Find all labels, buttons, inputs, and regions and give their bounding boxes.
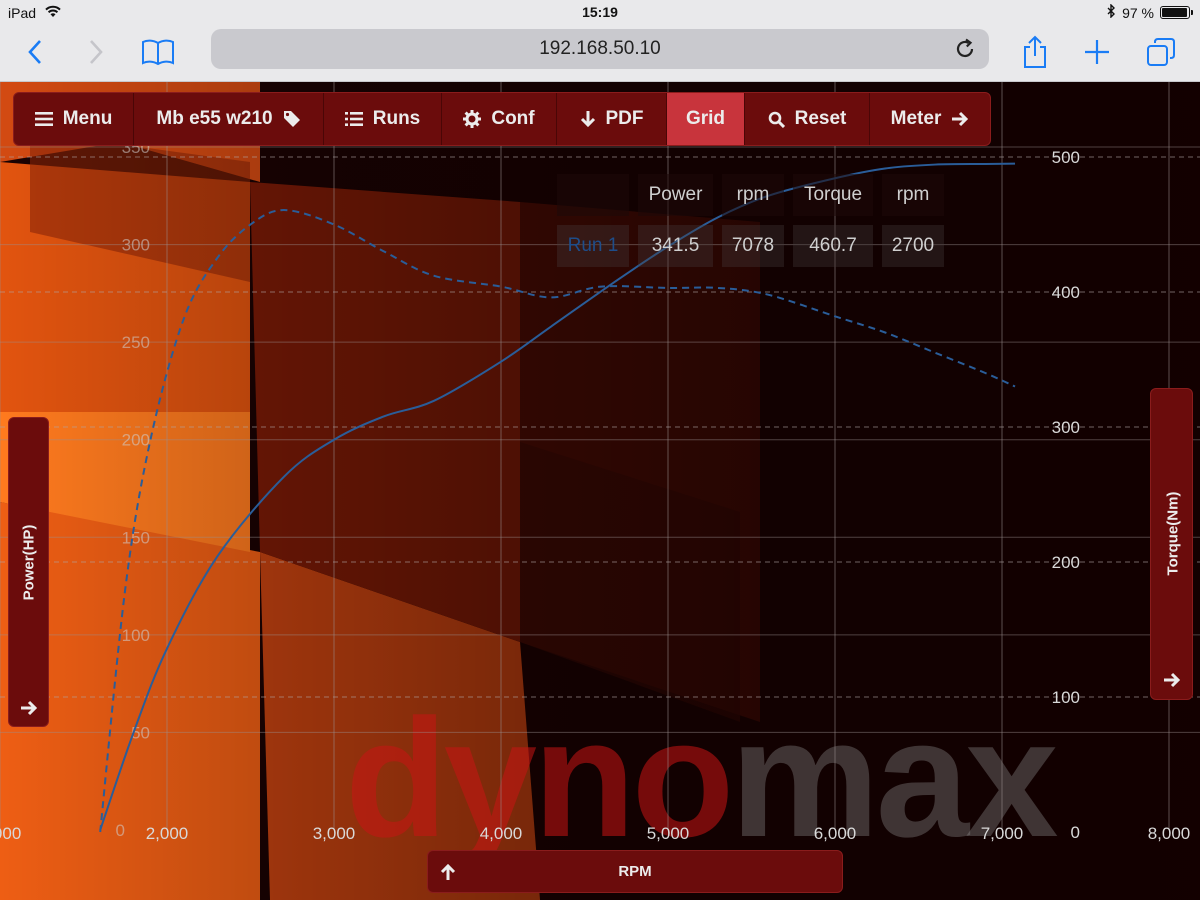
vehicle-button[interactable]: Mb e55 w210 (134, 93, 324, 145)
menu-bar: Menu Mb e55 w210 Runs Conf PDF Grid Rese… (13, 92, 991, 146)
max-power-rpm: 7078 (722, 225, 784, 267)
y2-tick-label: 0 (1071, 823, 1080, 842)
meter-button-label: Meter (890, 108, 942, 129)
book-icon (142, 39, 174, 66)
battery-percent: 97 % (1122, 4, 1154, 21)
vehicle-button-label: Mb e55 w210 (156, 108, 273, 129)
clock: 15:19 (582, 4, 618, 20)
list-icon (344, 112, 363, 126)
chevron-right-icon (90, 40, 103, 64)
grid-button[interactable]: Grid (667, 93, 745, 145)
results-header-power: Power (638, 174, 713, 216)
power-axis-label: Power(HP) (20, 524, 38, 601)
results-header-power-rpm: rpm (722, 174, 784, 216)
grid-button-label: Grid (685, 108, 726, 129)
url-bar[interactable]: 192.168.50.10 (211, 29, 989, 69)
torque-axis-label: Torque(Nm) (1164, 491, 1182, 576)
conf-button-label: Conf (491, 108, 535, 129)
y2-tick-label: 500 (1052, 148, 1080, 167)
run-name: Run 1 (557, 225, 629, 267)
arrow-right-icon (952, 111, 969, 127)
rpm-axis-button[interactable]: RPM (427, 850, 843, 893)
tabs-button[interactable] (1141, 32, 1181, 72)
gear-icon (463, 110, 482, 128)
max-torque: 460.7 (793, 225, 873, 267)
x-tick-label: 6,000 (814, 824, 857, 843)
table-row[interactable]: Run 1 341.5 7078 460.7 2700 (557, 225, 944, 267)
y-tick-label: 150 (122, 528, 150, 547)
reset-button-label: Reset (794, 108, 847, 129)
battery-fill (1162, 8, 1188, 17)
browser-toolbar: 192.168.50.10 (0, 24, 1200, 82)
results-header-row: Power rpm Torque rpm (557, 174, 944, 216)
x-tick-label: 3,000 (313, 824, 356, 843)
y2-tick-label: 400 (1052, 283, 1080, 302)
results-header-empty (557, 174, 629, 216)
bookmarks-button[interactable] (138, 32, 178, 72)
y2-tick-label: 200 (1052, 553, 1080, 572)
power-axis-button[interactable]: Power(HP) (8, 417, 49, 727)
x-tick-label: 5,000 (647, 824, 690, 843)
share-button[interactable] (1015, 32, 1055, 72)
arrow-right-icon (1164, 672, 1181, 688)
results-header-torque-rpm: rpm (882, 174, 944, 216)
reload-icon[interactable] (953, 37, 977, 61)
conf-button[interactable]: Conf (442, 93, 557, 145)
max-power: 341.5 (638, 225, 713, 267)
status-bar: iPad 15:19 97 % (0, 0, 1200, 24)
pdf-button-label: PDF (605, 108, 644, 129)
url-text: 192.168.50.10 (539, 38, 661, 59)
menu-button-label: Menu (62, 108, 113, 129)
tabs-icon (1147, 38, 1175, 66)
search-icon (768, 111, 785, 128)
torque-curve (99, 209, 1016, 833)
plus-icon (1085, 40, 1109, 64)
chevron-left-icon (28, 40, 41, 64)
pdf-button[interactable]: PDF (557, 93, 667, 145)
x-tick-label: 4,000 (480, 824, 523, 843)
reset-button[interactable]: Reset (745, 93, 870, 145)
menu-button[interactable]: Menu (14, 93, 134, 145)
x-tick-label: 2,000 (146, 824, 189, 843)
dyno-app: dynomax 1,0002,0003,0004,0005,0006,0007,… (0, 82, 1200, 900)
meter-button[interactable]: Meter (870, 93, 990, 145)
arrow-right-icon (21, 700, 38, 716)
max-torque-rpm: 2700 (882, 225, 944, 267)
runs-button-label: Runs (372, 108, 421, 129)
back-button[interactable] (15, 32, 55, 72)
download-icon (580, 111, 595, 128)
y-tick-label: 300 (122, 236, 150, 255)
y-tick-label: 100 (122, 626, 150, 645)
share-icon (1024, 35, 1046, 68)
results-header-torque: Torque (793, 174, 873, 216)
runs-button[interactable]: Runs (324, 93, 442, 145)
bluetooth-icon (1106, 3, 1116, 21)
hamburger-icon (34, 112, 53, 126)
x-tick-label: 1,000 (0, 824, 21, 843)
x-tick-label: 7,000 (981, 824, 1024, 843)
y2-tick-label: 100 (1052, 688, 1080, 707)
torque-axis-button[interactable]: Torque(Nm) (1150, 388, 1193, 700)
tag-icon (283, 111, 300, 127)
x-tick-label: 8,000 (1148, 824, 1191, 843)
y-tick-label: 0 (116, 821, 125, 840)
y2-tick-label: 300 (1052, 418, 1080, 437)
y-tick-label: 250 (122, 333, 150, 352)
rpm-axis-label: RPM (618, 863, 652, 880)
forward-button[interactable] (76, 32, 116, 72)
y-tick-label: 200 (122, 431, 150, 450)
results-table: Power rpm Torque rpm Run 1 341.5 7078 46… (557, 174, 944, 267)
new-tab-button[interactable] (1077, 32, 1117, 72)
battery-icon (1160, 6, 1193, 19)
